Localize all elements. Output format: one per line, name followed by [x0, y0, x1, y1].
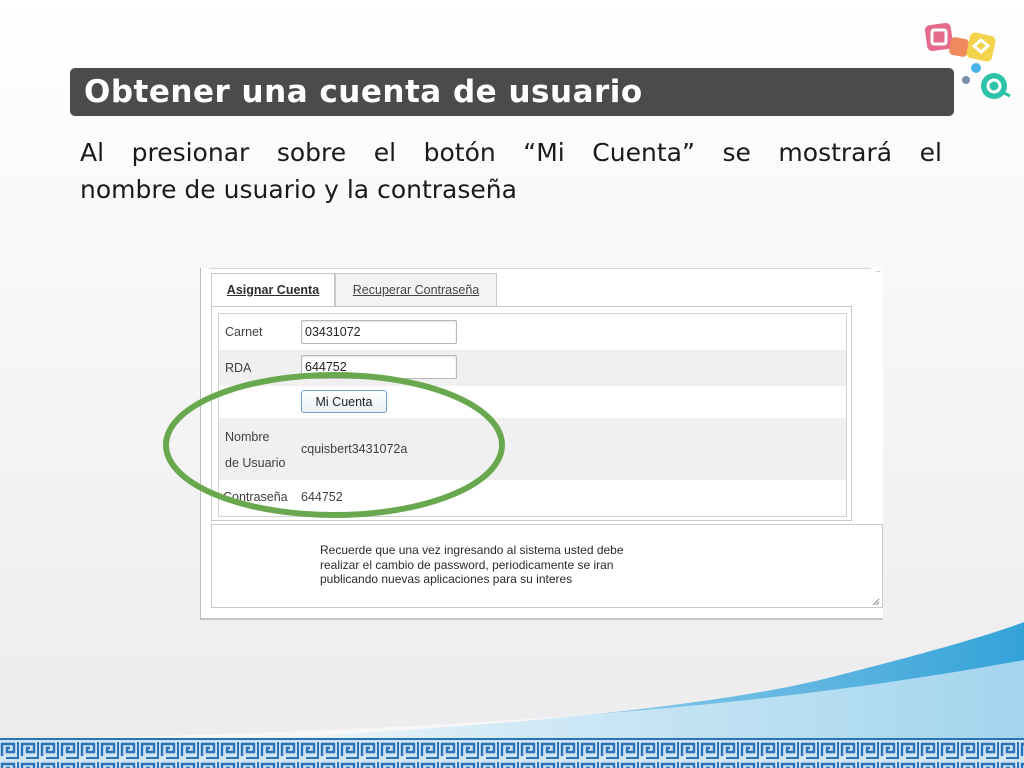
nombre-usuario-row: Nombre de Usuario cquisbert3431072a [219, 418, 846, 480]
notes-line-1: Recuerde que una vez ingresando al siste… [320, 543, 624, 557]
nombre-label-line1: Nombre [225, 430, 270, 444]
contrasena-label: Contraseña [223, 490, 288, 504]
window-resize-dots: .. [875, 264, 881, 274]
slide-title-bar: Obtener una cuenta de usuario [70, 68, 954, 116]
mi-cuenta-button[interactable]: Mi Cuenta [301, 390, 387, 413]
nombre-usuario-value: cquisbert3431072a [301, 442, 408, 456]
nombre-label-line2: de Usuario [225, 456, 286, 470]
notes-textarea[interactable]: Recuerde que una vez ingresando al siste… [211, 524, 883, 608]
slide-description: Al presionar sobre el botón “Mi Cuenta” … [80, 134, 942, 208]
carnet-row: Carnet [219, 314, 846, 350]
slide-title: Obtener una cuenta de usuario [84, 74, 643, 110]
app-screenshot: .. Asignar Cuenta Recuperar Contraseña C… [200, 264, 883, 620]
rda-label: RDA [225, 361, 252, 375]
account-form: Carnet RDA Mi Cuenta Nombre de Usuario c… [218, 313, 847, 517]
rda-field[interactable] [301, 355, 457, 379]
window-top-border [209, 268, 871, 271]
tab-panel: Carnet RDA Mi Cuenta Nombre de Usuario c… [211, 306, 852, 521]
tab-recuperar-contrasena[interactable]: Recuperar Contraseña [335, 273, 497, 307]
description-line-2: nombre de usuario y la contraseña [80, 175, 517, 204]
notes-text: Recuerde que una vez ingresando al siste… [320, 543, 680, 587]
tab-asignar-cuenta[interactable]: Asignar Cuenta [211, 273, 335, 309]
notes-line-2: realizar el cambio de password, periodic… [320, 557, 614, 572]
description-line-1: Al presionar sobre el botón “Mi Cuenta” … [80, 138, 942, 167]
notes-line-3: publicando nuevas aplicaciones para su i… [320, 572, 573, 586]
button-row: Mi Cuenta [219, 386, 846, 418]
rda-row: RDA [219, 350, 846, 386]
contrasena-row: Contraseña 644752 [219, 480, 846, 514]
contrasena-value: 644752 [301, 490, 343, 504]
carnet-label: Carnet [225, 325, 263, 339]
footer-decoration [0, 622, 1024, 768]
carnet-field[interactable] [301, 320, 457, 344]
nombre-usuario-label: Nombre de Usuario [225, 424, 285, 476]
